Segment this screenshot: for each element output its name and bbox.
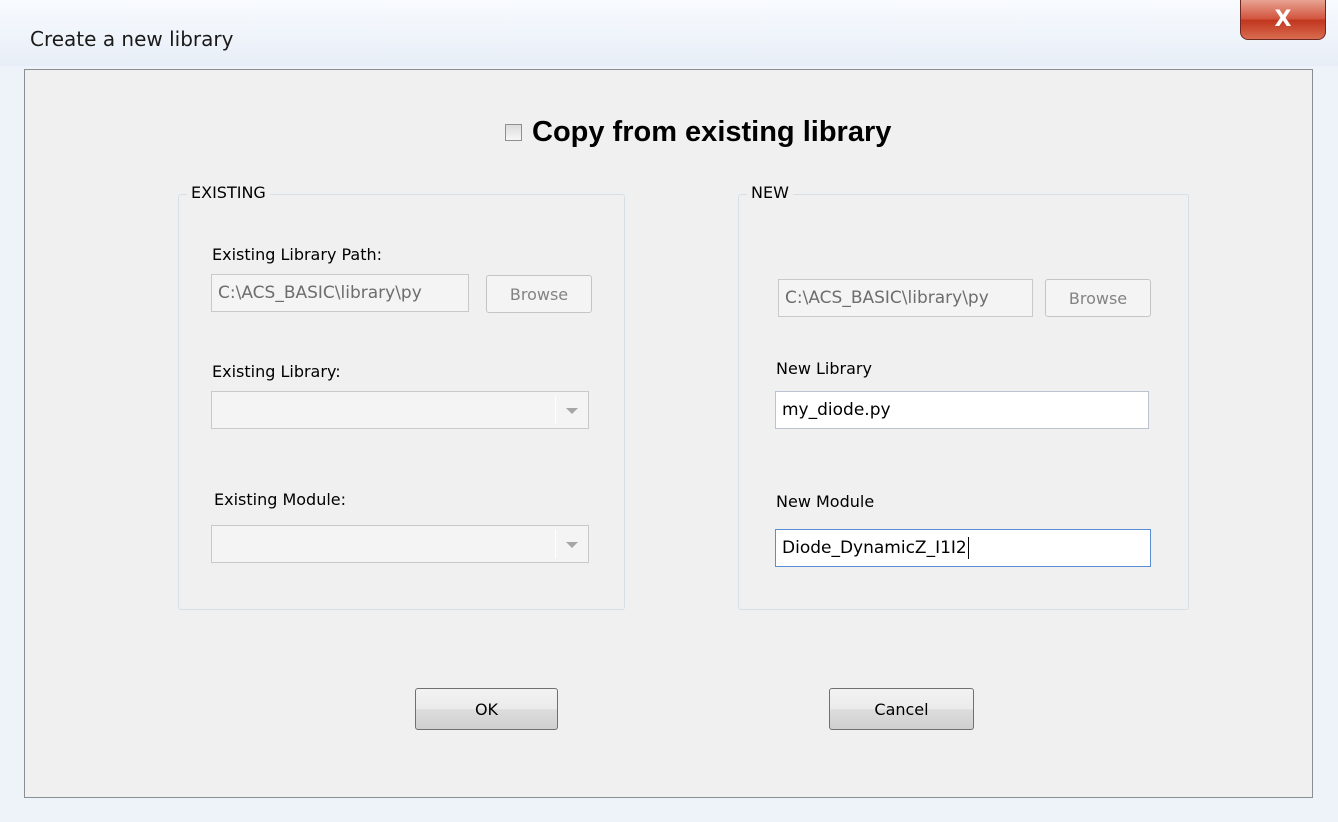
- chevron-down-icon: [566, 408, 578, 414]
- existing-browse-button[interactable]: Browse: [486, 275, 592, 313]
- ok-button[interactable]: OK: [415, 688, 558, 730]
- new-module-label: New Module: [776, 492, 875, 511]
- existing-group: EXISTING Existing Library Path: C:\ACS_B…: [178, 183, 625, 610]
- existing-library-dropdown[interactable]: [211, 391, 589, 429]
- new-group-title: NEW: [747, 183, 793, 202]
- copy-from-existing-checkbox[interactable]: [505, 124, 522, 141]
- copy-from-existing-label[interactable]: Copy from existing library: [532, 116, 891, 149]
- new-group: NEW C:\ACS_BASIC\library\py Browse New L…: [738, 183, 1189, 610]
- dropdown-separator: [555, 396, 556, 424]
- existing-path-label: Existing Library Path:: [212, 245, 383, 264]
- new-module-input[interactable]: Diode_DynamicZ_I1I2: [775, 529, 1151, 567]
- dialog-client-area: Copy from existing library EXISTING Exis…: [24, 69, 1313, 798]
- new-library-value: my_diode.py: [782, 400, 891, 420]
- existing-module-label: Existing Module:: [214, 490, 347, 509]
- new-library-label: New Library: [776, 359, 872, 378]
- new-path-value: C:\ACS_BASIC\library\py: [785, 288, 989, 308]
- new-library-input[interactable]: my_diode.py: [775, 391, 1149, 429]
- existing-path-value: C:\ACS_BASIC\library\py: [218, 283, 422, 303]
- dialog-window: Create a new library X Copy from existin…: [0, 0, 1338, 822]
- existing-path-field[interactable]: C:\ACS_BASIC\library\py: [211, 274, 469, 312]
- copy-from-existing-option[interactable]: Copy from existing library: [505, 116, 891, 149]
- existing-library-label: Existing Library:: [212, 362, 341, 381]
- window-title: Create a new library: [30, 27, 234, 51]
- new-path-field[interactable]: C:\ACS_BASIC\library\py: [778, 279, 1033, 317]
- title-bar[interactable]: Create a new library X: [0, 0, 1338, 66]
- existing-group-title: EXISTING: [187, 183, 270, 202]
- new-browse-button[interactable]: Browse: [1045, 279, 1151, 317]
- new-module-value: Diode_DynamicZ_I1I2: [782, 538, 967, 558]
- dropdown-separator: [555, 530, 556, 558]
- existing-module-dropdown[interactable]: [211, 525, 589, 563]
- chevron-down-icon: [566, 542, 578, 548]
- text-caret: [967, 537, 969, 559]
- close-button[interactable]: X: [1240, 0, 1326, 40]
- close-icon: X: [1274, 7, 1292, 32]
- cancel-button[interactable]: Cancel: [829, 688, 974, 730]
